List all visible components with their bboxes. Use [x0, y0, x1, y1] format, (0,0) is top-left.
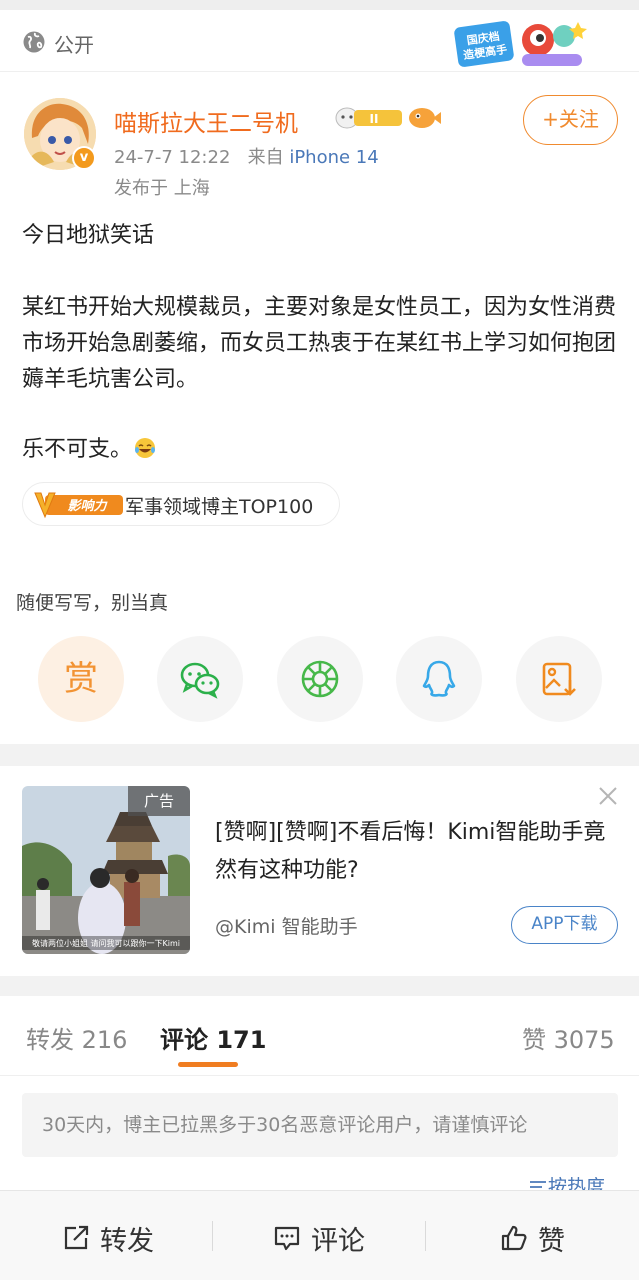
ad-tag: 广告 [128, 786, 190, 816]
like-icon [501, 1225, 527, 1251]
share-moments-button[interactable] [277, 636, 363, 722]
post-caption: 随便写写，别当真 [16, 592, 169, 614]
post-line-2: 某红书开始大规模裁员，主要对象是女性员工，因为女性消费市场开始急剧萎缩，而女员工… [22, 295, 617, 392]
moments-icon [301, 660, 339, 698]
post-line-1: 今日地狱笑话 [22, 223, 155, 248]
laugh-cry-emoji-icon [135, 438, 156, 458]
repost-action-label: 转发 [100, 1226, 154, 1257]
tab-repost[interactable]: 转发 216 [26, 1020, 127, 1055]
visibility-label: 公开 [54, 33, 94, 57]
interaction-tabs: 转发 216 评论 171 赞 3075 [0, 996, 639, 1076]
app-download-button[interactable]: APP下载 [511, 906, 618, 944]
post-meta: 24-7-7 12:22 来自 iPhone 14 [114, 143, 379, 169]
ad-title[interactable]: [赞啊][赞啊]不看后悔！Kimi智能助手竟然有这种功能? [215, 814, 615, 890]
like-action[interactable]: 赞 [426, 1191, 639, 1280]
influence-pill[interactable]: 影响力 军事领域博主TOP100 [22, 482, 340, 526]
repost-action[interactable]: 转发 [0, 1191, 212, 1280]
post-time: 24-7-7 12:22 [114, 147, 231, 168]
visibility-bar: 公开 国庆档 造梗高手 [0, 10, 639, 72]
comment-notice: 30天内，博主已拉黑多于30名恶意评论用户，请谨慎评论 [22, 1093, 618, 1157]
ad-image-caption: 敬请两位小姐姐 请问我可以跟你一下Kimi [32, 938, 180, 948]
comment-action[interactable]: 评论 [213, 1191, 425, 1280]
tab-comment[interactable]: 评论 171 [160, 1020, 266, 1055]
tab-active-indicator [178, 1062, 238, 1067]
top-strip [0, 0, 639, 10]
post-body: 今日地狱笑话 某红书开始大规模裁员，主要对象是女性员工，因为女性消费市场开始急剧… [22, 218, 622, 504]
save-image-button[interactable] [516, 636, 602, 722]
post-line-3: 乐不可支。 [22, 437, 133, 462]
ad-source[interactable]: @Kimi 智能助手 [215, 912, 358, 939]
user-level-badges: II [335, 107, 441, 129]
qq-icon [422, 660, 456, 697]
comment-action-label: 评论 [311, 1226, 365, 1257]
influence-icon-text: 影响力 [67, 498, 108, 514]
ad-card[interactable]: 敬请两位小姐姐 请问我可以跟你一下Kimi 广告 [赞啊][赞啊]不看后悔！Ki… [0, 766, 639, 976]
post-device[interactable]: iPhone 14 [289, 147, 378, 168]
comment-icon [274, 1226, 300, 1251]
author-name[interactable]: 喵斯拉大王二号机 [114, 104, 298, 138]
section-divider [0, 976, 639, 996]
reward-icon: 赏 [64, 659, 98, 699]
post-location: 发布于 上海 [114, 178, 210, 199]
close-icon[interactable] [598, 786, 618, 806]
repost-icon [64, 1225, 89, 1250]
wechat-icon [180, 662, 220, 699]
like-action-label: 赞 [538, 1226, 565, 1257]
share-wechat-button[interactable] [157, 636, 243, 722]
share-row: 赏 [0, 636, 639, 726]
globe-icon [23, 31, 45, 53]
source-prefix: 来自 [247, 147, 284, 168]
section-divider [0, 744, 639, 766]
influence-label: 军事领域博主TOP100 [125, 496, 314, 518]
verified-badge-icon: v [72, 146, 96, 170]
share-qq-button[interactable] [396, 636, 482, 722]
level-badge-text: II [370, 112, 379, 126]
bottom-action-bar: 转发 评论 赞 [0, 1190, 639, 1280]
national-day-badge-icon: 国庆档 造梗高手 [454, 21, 587, 67]
reward-button[interactable]: 赏 [38, 636, 124, 722]
follow-button[interactable]: +关注 [523, 95, 618, 145]
influence-v-icon: 影响力 [34, 492, 123, 519]
post-line-3-wrap: 乐不可支。 [22, 432, 622, 468]
save-image-icon [542, 662, 576, 696]
tab-like[interactable]: 赞 3075 [522, 1020, 615, 1055]
